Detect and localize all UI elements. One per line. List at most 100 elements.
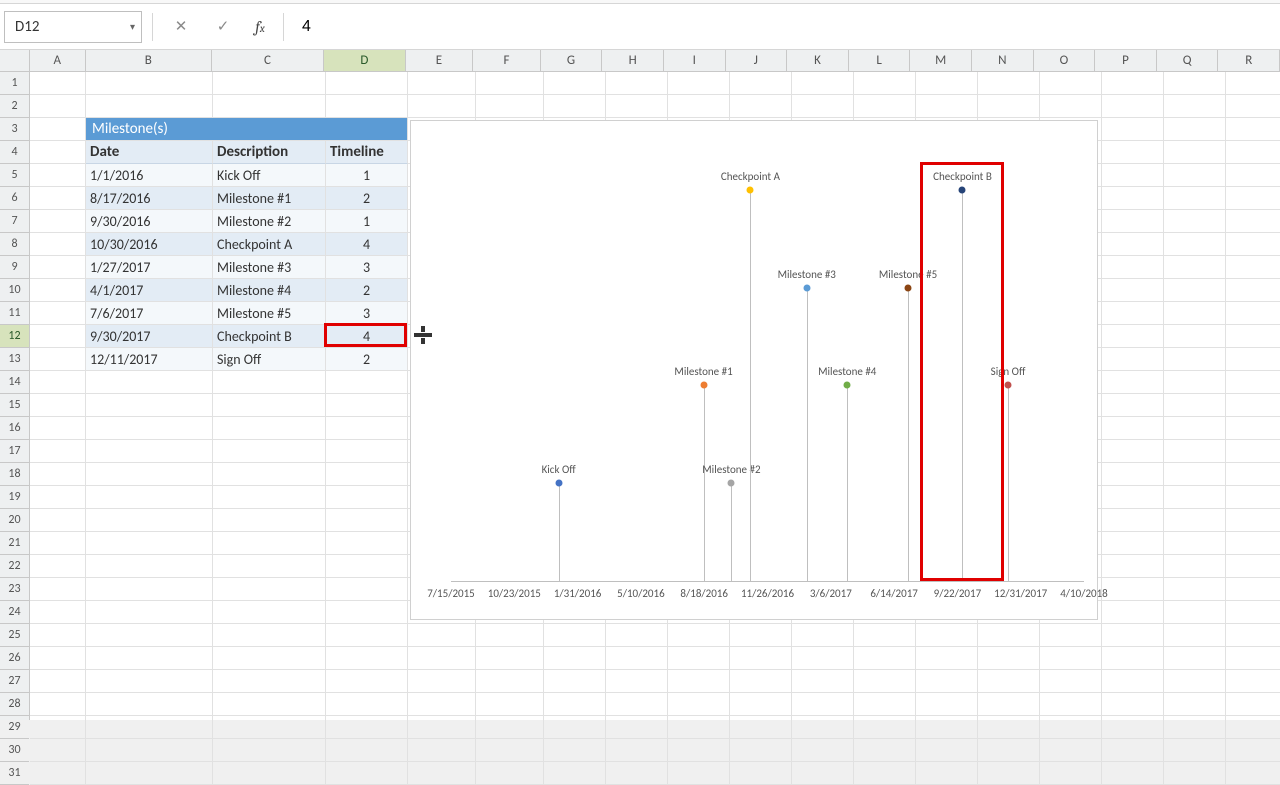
cell[interactable] <box>213 601 326 624</box>
cell[interactable] <box>1040 739 1102 762</box>
row-header-18[interactable]: 18 <box>0 463 29 486</box>
cell[interactable] <box>30 624 86 647</box>
cell[interactable] <box>1164 601 1226 624</box>
cell[interactable] <box>86 394 213 417</box>
row-headers[interactable]: 1234567891011121314151617181920212223242… <box>0 72 30 720</box>
chart-marker[interactable] <box>700 382 707 389</box>
cell[interactable]: Milestone #5 <box>213 302 326 325</box>
cell[interactable] <box>1164 279 1226 302</box>
cell[interactable] <box>668 762 730 785</box>
cell[interactable] <box>213 394 326 417</box>
cell[interactable] <box>326 647 408 670</box>
chart-marker[interactable] <box>905 284 912 291</box>
cell[interactable] <box>1226 463 1280 486</box>
cell[interactable] <box>1102 555 1164 578</box>
chart-marker[interactable] <box>1005 382 1012 389</box>
cell[interactable] <box>1102 739 1164 762</box>
cell[interactable] <box>86 532 213 555</box>
cell[interactable] <box>476 693 544 716</box>
cell[interactable]: 10/30/2016 <box>86 233 213 256</box>
cell[interactable] <box>916 647 978 670</box>
cell[interactable] <box>1102 509 1164 532</box>
cell[interactable] <box>1040 762 1102 785</box>
cell[interactable] <box>916 716 978 739</box>
row-header-5[interactable]: 5 <box>0 164 29 187</box>
col-header-P[interactable]: P <box>1095 50 1157 71</box>
cell[interactable] <box>30 233 86 256</box>
cell[interactable] <box>1164 532 1226 555</box>
cell[interactable] <box>30 532 86 555</box>
cell[interactable] <box>1226 417 1280 440</box>
cell[interactable] <box>476 762 544 785</box>
row-header-12[interactable]: 12 <box>0 325 29 348</box>
cell[interactable] <box>326 371 408 394</box>
cell[interactable] <box>30 716 86 739</box>
cell[interactable] <box>1226 302 1280 325</box>
cell[interactable] <box>30 348 86 371</box>
cell[interactable] <box>1226 624 1280 647</box>
cell[interactable] <box>1164 417 1226 440</box>
cell[interactable] <box>408 72 476 95</box>
cell[interactable] <box>408 95 476 118</box>
cell[interactable]: 2 <box>326 187 408 210</box>
cell[interactable] <box>213 670 326 693</box>
cell[interactable] <box>1164 95 1226 118</box>
cell[interactable] <box>1102 716 1164 739</box>
cell[interactable] <box>1226 716 1280 739</box>
cell[interactable] <box>213 95 326 118</box>
cell[interactable] <box>978 693 1040 716</box>
cell[interactable] <box>86 440 213 463</box>
accept-formula-button[interactable]: ✓ <box>205 13 241 41</box>
name-box[interactable]: D12 ▾ <box>4 11 142 43</box>
cell[interactable] <box>86 762 213 785</box>
cell[interactable] <box>30 325 86 348</box>
cell[interactable] <box>978 762 1040 785</box>
cell[interactable] <box>86 739 213 762</box>
cell[interactable] <box>544 624 606 647</box>
col-header-B[interactable]: B <box>86 50 212 71</box>
cell[interactable] <box>1164 440 1226 463</box>
chart-marker[interactable] <box>747 186 754 193</box>
cell[interactable] <box>1102 601 1164 624</box>
cell[interactable] <box>544 72 606 95</box>
cell[interactable] <box>544 647 606 670</box>
cell[interactable] <box>1102 141 1164 164</box>
cell[interactable] <box>30 509 86 532</box>
row-header-27[interactable]: 27 <box>0 670 29 693</box>
select-all-corner[interactable] <box>0 50 30 72</box>
cell[interactable] <box>1226 739 1280 762</box>
cell[interactable] <box>1102 440 1164 463</box>
cell[interactable] <box>86 371 213 394</box>
cell[interactable]: Milestone #4 <box>213 279 326 302</box>
cell[interactable] <box>1102 279 1164 302</box>
cell[interactable] <box>606 670 668 693</box>
cell[interactable] <box>1164 509 1226 532</box>
cell[interactable] <box>326 624 408 647</box>
cell[interactable] <box>408 624 476 647</box>
cell[interactable] <box>854 762 916 785</box>
cell[interactable] <box>668 95 730 118</box>
cell[interactable] <box>1164 463 1226 486</box>
cell[interactable] <box>1226 348 1280 371</box>
cell[interactable] <box>1164 670 1226 693</box>
chart-marker[interactable] <box>959 186 966 193</box>
col-header-C[interactable]: C <box>212 50 324 71</box>
cell[interactable] <box>86 647 213 670</box>
cell[interactable] <box>86 417 213 440</box>
cell[interactable] <box>1226 578 1280 601</box>
cell[interactable] <box>1164 624 1226 647</box>
cell[interactable]: 1 <box>326 210 408 233</box>
cell[interactable] <box>1102 210 1164 233</box>
cell[interactable] <box>408 647 476 670</box>
cell[interactable] <box>792 72 854 95</box>
cell[interactable] <box>544 693 606 716</box>
cell[interactable] <box>1102 187 1164 210</box>
cell[interactable] <box>916 762 978 785</box>
cell[interactable]: 3 <box>326 302 408 325</box>
cell[interactable] <box>730 670 792 693</box>
cell[interactable] <box>326 486 408 509</box>
cell[interactable]: 1 <box>326 164 408 187</box>
cell[interactable] <box>1164 716 1226 739</box>
cell[interactable] <box>86 486 213 509</box>
cell[interactable] <box>30 371 86 394</box>
